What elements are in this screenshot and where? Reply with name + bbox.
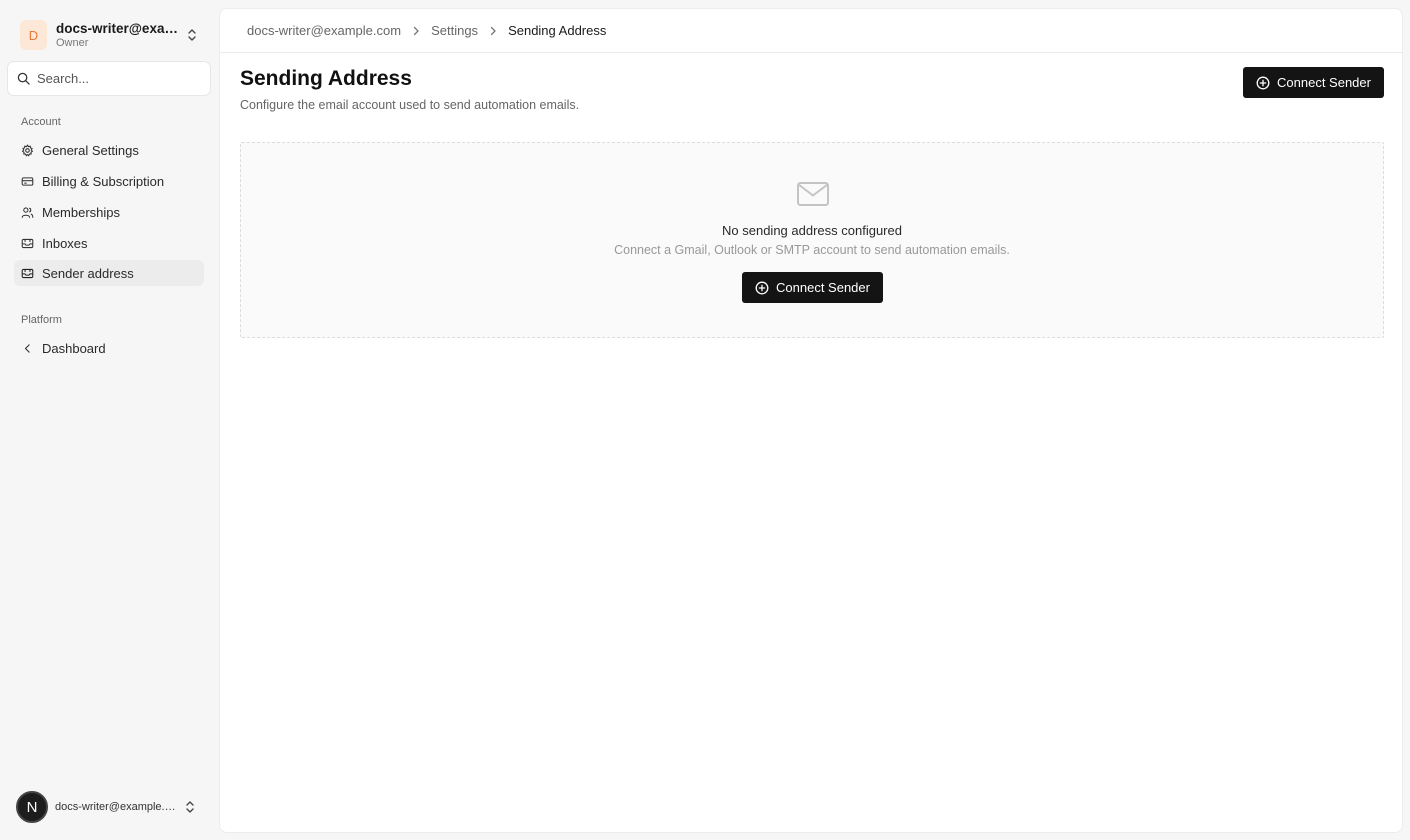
org-text: docs-writer@example.com Owner xyxy=(56,21,186,50)
sidebar-item-dashboard[interactable]: Dashboard xyxy=(14,335,204,361)
plus-circle-icon xyxy=(1256,76,1270,89)
search-icon xyxy=(17,72,30,85)
org-role: Owner xyxy=(56,36,89,49)
inbox-icon xyxy=(21,268,34,278)
inbox-icon xyxy=(21,238,34,248)
chevron-left-icon xyxy=(24,343,30,353)
gear-icon xyxy=(21,143,34,156)
breadcrumb-item-settings[interactable]: Settings xyxy=(431,23,478,38)
org-avatar: D xyxy=(20,20,47,50)
mail-icon xyxy=(797,182,829,206)
sidebar-item-memberships[interactable]: Memberships xyxy=(14,199,204,225)
sidebar-item-inboxes[interactable]: Inboxes xyxy=(14,230,204,256)
sidebar-item-label: Inboxes xyxy=(42,235,88,251)
sidebar-item-sender-address[interactable]: Sender address xyxy=(14,260,204,286)
org-switcher[interactable]: D docs-writer@example.com Owner xyxy=(14,16,204,54)
breadcrumb-item-current: Sending Address xyxy=(508,23,607,38)
empty-state-connect-sender-label: Connect Sender xyxy=(776,280,870,295)
chevron-up-down-icon xyxy=(188,29,196,41)
sidebar-item-label: Dashboard xyxy=(42,340,106,356)
empty-state-title: No sending address configured xyxy=(722,223,902,238)
sidebar-item-billing[interactable]: Billing & Subscription xyxy=(14,168,204,194)
page-subtitle: Configure the email account used to send… xyxy=(240,98,580,112)
plus-circle-icon xyxy=(755,281,769,294)
avatar: N xyxy=(16,791,48,823)
empty-state-connect-sender-button[interactable]: Connect Sender xyxy=(742,272,883,303)
empty-state-description: Connect a Gmail, Outlook or SMTP account… xyxy=(614,243,1010,257)
breadcrumb: docs-writer@example.com Settings Sending… xyxy=(220,9,1402,53)
chevron-up-down-icon xyxy=(186,801,194,813)
org-name: docs-writer@example.com xyxy=(56,20,186,36)
user-email: docs-writer@example.com xyxy=(55,801,177,813)
empty-state: No sending address configured Connect a … xyxy=(240,142,1384,338)
search-box xyxy=(7,61,211,96)
sidebar-item-label: Memberships xyxy=(42,204,121,220)
sidebar-item-general-settings[interactable]: General Settings xyxy=(14,137,204,163)
sidebar-item-label: Sender address xyxy=(42,265,134,281)
users-icon xyxy=(21,206,34,218)
connect-sender-button[interactable]: Connect Sender xyxy=(1243,67,1384,98)
section-label-account: Account xyxy=(21,116,61,128)
sidebar: D docs-writer@example.com Owner Account … xyxy=(0,0,218,840)
chevron-right-icon xyxy=(413,26,419,35)
user-menu[interactable]: N docs-writer@example.com xyxy=(16,790,200,824)
sidebar-item-label: Billing & Subscription xyxy=(42,173,165,189)
breadcrumb-item-org[interactable]: docs-writer@example.com xyxy=(247,23,401,38)
section-label-platform: Platform xyxy=(21,314,62,326)
search-input[interactable] xyxy=(37,71,197,86)
main-panel: docs-writer@example.com Settings Sending… xyxy=(219,8,1403,833)
credit-card-icon xyxy=(21,176,34,186)
sidebar-item-label: General Settings xyxy=(42,142,139,158)
connect-sender-label: Connect Sender xyxy=(1277,75,1371,90)
chevron-right-icon xyxy=(490,26,496,35)
page-title: Sending Address xyxy=(240,67,412,90)
